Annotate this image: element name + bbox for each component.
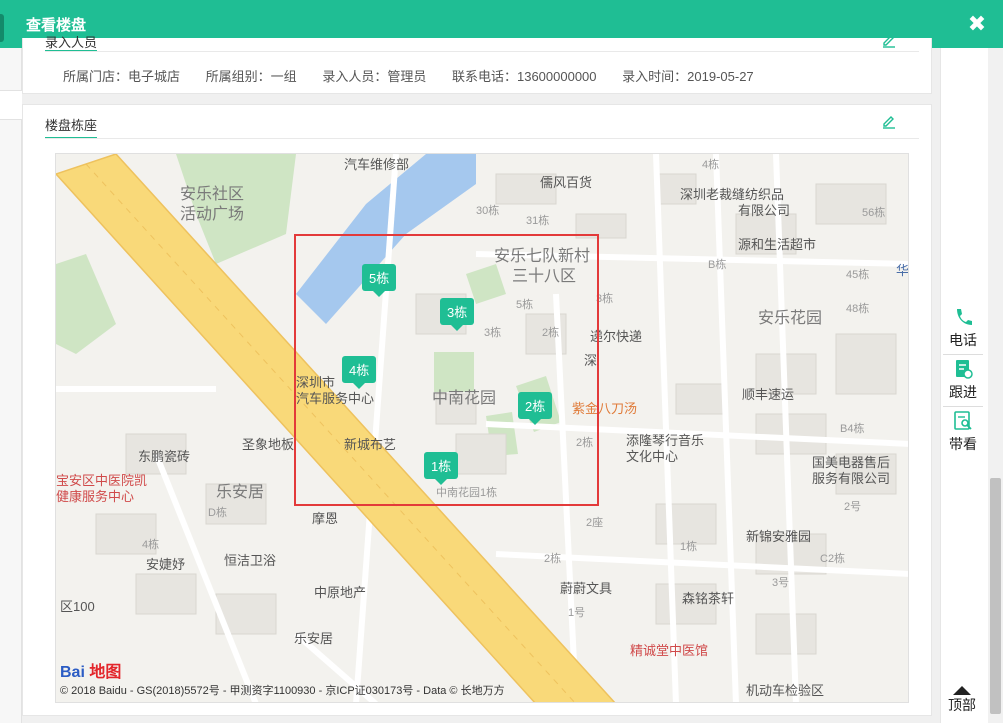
- map-label-lean-ju: 乐安居: [216, 484, 265, 501]
- map-label-culture-center: 文化中心: [626, 449, 679, 464]
- map-label-lean-ju-2: 乐安居: [294, 631, 334, 646]
- map-building-label: 1栋: [680, 541, 698, 553]
- map-building-label: 56栋: [862, 207, 886, 219]
- left-edge-strip: [0, 48, 22, 723]
- map-label-centaline: 中原地产: [314, 585, 367, 600]
- building-marker-1[interactable]: 1栋: [424, 452, 459, 485]
- map-label-service-co: 服务有限公司: [812, 471, 891, 486]
- back-to-top-label: 顶部: [948, 697, 976, 713]
- phone-button[interactable]: 电话: [943, 306, 983, 350]
- phone-icon: [957, 309, 972, 325]
- rail-divider: [943, 406, 983, 407]
- map-building-label: D栋: [208, 507, 227, 519]
- map-label-vehicle-inspection: 机动车检验区: [746, 683, 825, 698]
- edit-recorder-icon[interactable]: [881, 32, 897, 48]
- modal-side-tab[interactable]: [0, 14, 4, 42]
- map-label-weiwei-stationery: 蔚蔚文具: [560, 581, 613, 596]
- map-label-senming-tea: 森铭茶轩: [682, 591, 735, 606]
- map-building-label: 30栋: [476, 205, 500, 217]
- arrow-up-icon: [953, 686, 971, 695]
- building-section-title: 楼盘栋座: [45, 118, 98, 133]
- recorder-section-title: 录入人员: [45, 35, 98, 50]
- map-copyright: © 2018 Baidu - GS(2018)5572号 - 甲测资字11009…: [60, 685, 505, 697]
- map-label-rufeng-store: 儒风百货: [540, 175, 593, 190]
- map-label-jingcheng-tcm: 精诚堂中医馆: [630, 643, 709, 658]
- building-map[interactable]: 汽车维修部 儒风百货 安乐社区 活动广场 安乐七队新村 三十八区 深圳老裁缝纺织…: [55, 153, 909, 703]
- map-building-label: B4栋: [840, 423, 865, 435]
- map-label-auto-repair: 汽车维修部: [344, 157, 410, 172]
- map-label-co-ltd: 有限公司: [738, 203, 791, 218]
- follow-up-label: 跟进: [949, 384, 977, 400]
- store-field: 所属门店：电子城店: [63, 69, 181, 84]
- map-building-label: B栋: [708, 259, 727, 271]
- map-label-hua: 华: [896, 263, 909, 278]
- map-building-label: 1号: [568, 607, 586, 619]
- map-label-sf-express: 顺丰速运: [742, 387, 795, 402]
- map-label-activity-square: 活动广场: [180, 206, 245, 223]
- recorder-field: 录入人员：管理员: [322, 69, 427, 84]
- building-divider: [45, 138, 919, 139]
- group-field: 所属组别：一组: [205, 69, 297, 84]
- rail-divider: [943, 354, 983, 355]
- building-marker-5[interactable]: 5栋: [362, 264, 397, 297]
- back-to-top-button[interactable]: 顶部: [942, 686, 982, 715]
- map-label-health-center: 健康服务中心: [56, 489, 135, 504]
- map-label-xinjin-anya: 新锦安雅园: [746, 529, 812, 544]
- entry-time-field: 录入时间：2019-05-27: [622, 69, 754, 84]
- viewing-button[interactable]: 带看: [943, 410, 983, 454]
- map-label-anjieyu: 安婕妤: [146, 557, 186, 572]
- close-icon[interactable]: ✖: [965, 12, 989, 36]
- phone-field: 联系电话：13600000000: [451, 69, 597, 84]
- map-building-label: 31栋: [526, 215, 550, 227]
- building-panel: 楼盘栋座 汽车维修部 儒风百货 安乐社区 活动广场 安乐七队新村 三十八区 深圳…: [22, 104, 932, 716]
- map-building-label: 2号: [844, 501, 862, 513]
- map-label-anle-garden: 安乐花园: [758, 310, 823, 327]
- map-building-label: 2座: [586, 517, 604, 529]
- scrollbar[interactable]: [988, 48, 1003, 723]
- viewing-label: 带看: [949, 436, 977, 452]
- edit-building-icon[interactable]: [881, 113, 897, 129]
- building-marker-4[interactable]: 4栋: [342, 356, 377, 389]
- left-edge-bar: [0, 90, 22, 120]
- map-building-label: 4栋: [702, 159, 720, 171]
- phone-label: 电话: [949, 332, 977, 348]
- map-label-moen: 摩恩: [312, 511, 339, 526]
- viewing-icon: [954, 411, 972, 430]
- recorder-info-row: 所属门店：电子城店 所属组别：一组 录入人员：管理员 联系电话：13600000…: [63, 66, 776, 85]
- building-marker-2[interactable]: 2栋: [518, 392, 553, 425]
- follow-up-button[interactable]: 跟进: [943, 358, 983, 402]
- map-label-dongpeng-tiles: 东鹏瓷砖: [138, 449, 191, 464]
- follow-up-icon: [956, 360, 973, 379]
- map-building-label: 2栋: [544, 553, 562, 565]
- map-label-district-100: 区100: [60, 599, 95, 614]
- view-property-modal: 查看楼盘 ✖ 录入人员 所属门店：电子城店 所属组别：一组 录入人员：管理员 联…: [0, 0, 1003, 723]
- map-label-hegii-bath: 恒洁卫浴: [224, 553, 277, 568]
- baidu-map-logo: Bai 地图: [60, 664, 122, 681]
- map-building-label: 3号: [772, 577, 790, 589]
- map-building-label: 45栋: [846, 269, 870, 281]
- recorder-panel: 录入人员 所属门店：电子城店 所属组别：一组 录入人员：管理员 联系电话：136…: [22, 35, 932, 94]
- scrollbar-thumb[interactable]: [990, 478, 1001, 714]
- map-building-label: 48栋: [846, 303, 870, 315]
- map-label-power-dekor: 圣象地板: [242, 437, 295, 452]
- recorder-divider: [45, 51, 919, 52]
- building-marker-3[interactable]: 3栋: [440, 298, 475, 331]
- map-building-label: C2栋: [820, 553, 846, 565]
- map-label-yuanhe-market: 源和生活超市: [738, 237, 817, 252]
- map-building-label: 4栋: [142, 539, 160, 551]
